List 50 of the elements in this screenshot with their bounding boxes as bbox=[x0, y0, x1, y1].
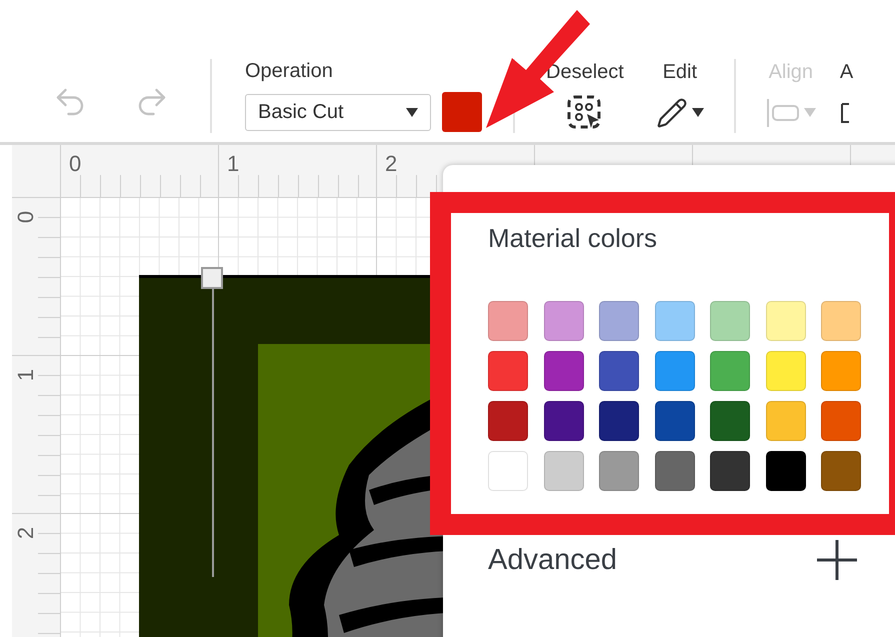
color-swatch[interactable] bbox=[766, 301, 806, 341]
color-swatch[interactable] bbox=[488, 351, 528, 391]
color-swatch[interactable] bbox=[821, 301, 861, 341]
color-swatch[interactable] bbox=[599, 401, 639, 441]
color-swatch[interactable] bbox=[654, 401, 694, 441]
color-swatch[interactable] bbox=[766, 401, 806, 441]
color-swatch[interactable] bbox=[766, 451, 806, 491]
align-icon bbox=[766, 98, 800, 128]
popover-title: Material colors bbox=[488, 223, 658, 254]
color-swatch[interactable] bbox=[599, 301, 639, 341]
operation-select[interactable]: Basic Cut bbox=[245, 94, 431, 130]
color-swatch[interactable] bbox=[654, 451, 694, 491]
ruler-label: 2 bbox=[13, 526, 40, 540]
color-swatch[interactable] bbox=[488, 451, 528, 491]
color-swatch[interactable] bbox=[821, 451, 861, 491]
color-swatch[interactable] bbox=[710, 451, 750, 491]
color-swatch[interactable] bbox=[710, 401, 750, 441]
ruler-label: 1 bbox=[227, 151, 240, 177]
color-swatch[interactable] bbox=[544, 401, 584, 441]
color-swatch[interactable] bbox=[710, 301, 750, 341]
ruler-label: 1 bbox=[13, 368, 40, 382]
deselect-button[interactable]: Deselect bbox=[546, 60, 624, 132]
color-swatch[interactable] bbox=[766, 351, 806, 391]
color-swatch[interactable] bbox=[710, 351, 750, 391]
color-swatch[interactable] bbox=[488, 401, 528, 441]
color-swatch[interactable] bbox=[654, 351, 694, 391]
ruler-label: 0 bbox=[13, 210, 40, 224]
arrange-button[interactable]: A bbox=[840, 60, 854, 132]
ruler-label: 2 bbox=[385, 151, 398, 177]
color-swatch[interactable] bbox=[442, 92, 482, 132]
caret-icon bbox=[804, 108, 816, 117]
color-swatch[interactable] bbox=[599, 351, 639, 391]
color-swatch[interactable] bbox=[821, 351, 861, 391]
color-swatch[interactable] bbox=[599, 451, 639, 491]
selection-handle[interactable] bbox=[201, 267, 223, 289]
plus-icon[interactable] bbox=[816, 539, 858, 581]
operation-label: Operation bbox=[245, 60, 334, 83]
color-swatch[interactable] bbox=[654, 301, 694, 341]
pencil-icon bbox=[656, 96, 688, 128]
advanced-label: Advanced bbox=[488, 544, 617, 576]
color-swatch[interactable] bbox=[544, 351, 584, 391]
color-swatch[interactable] bbox=[544, 301, 584, 341]
caret-icon bbox=[692, 108, 704, 117]
ruler-label: 0 bbox=[69, 151, 82, 177]
color-swatch[interactable] bbox=[544, 451, 584, 491]
color-swatch[interactable] bbox=[821, 401, 861, 441]
edit-button[interactable]: Edit bbox=[656, 60, 704, 132]
caret-icon bbox=[406, 108, 418, 116]
color-swatch[interactable] bbox=[488, 301, 528, 341]
arrange-icon bbox=[841, 102, 852, 122]
